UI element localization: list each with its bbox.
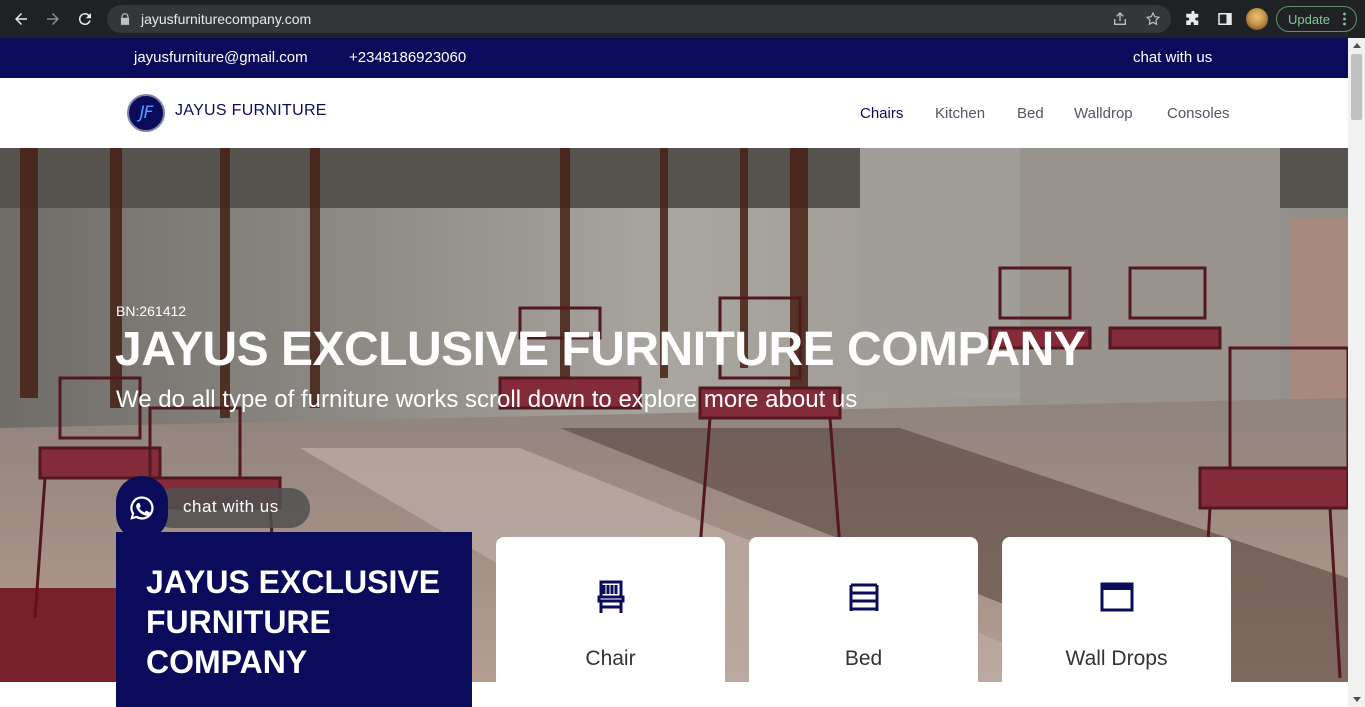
arrow-right-icon [47,13,59,25]
address-bar[interactable]: jayusfurniturecompany.com [107,5,1171,33]
contact-topbar: jayusfurniture@gmail.com +2348186923060 … [0,38,1348,78]
side-panel-icon[interactable] [1216,10,1234,28]
scrollbar-thumb[interactable] [1351,54,1362,120]
page-viewport: jayusfurniture@gmail.com +2348186923060 … [0,38,1348,707]
email-link[interactable]: jayusfurniture@gmail.com [134,49,308,66]
back-button[interactable] [10,8,32,30]
share-icon[interactable] [1112,11,1128,27]
reload-button[interactable] [74,8,96,30]
update-label: Update [1288,11,1330,27]
card-label-wall-drops: Wall Drops [1065,647,1168,670]
category-card-wall-drops[interactable]: Wall Drops [1002,537,1231,707]
hero-title: JAYUS EXCLUSIVE FURNITURE COMPANY [115,323,1086,376]
profile-avatar[interactable] [1246,8,1268,30]
chat-with-us-link[interactable]: chat with us [1133,49,1212,66]
bed-icon [849,583,878,611]
forward-button[interactable] [42,8,64,30]
phone-link[interactable]: +2348186923060 [349,49,466,66]
brand-name[interactable]: JAYUS FURNITURE [175,102,327,120]
nav-item-consoles[interactable]: Consoles [1167,105,1230,122]
whatsapp-chat-button[interactable]: chat with us [116,476,310,540]
nav-item-bed[interactable]: Bed [1017,105,1044,122]
scroll-down-arrow-icon[interactable] [1353,697,1361,702]
logo-text: JF [139,103,154,123]
card-label-chair: Chair [585,647,636,670]
nav-item-walldrop[interactable]: Walldrop [1074,105,1133,122]
promo-title: JAYUS EXCLUSIVE FURNITURE COMPANY [146,564,441,680]
scroll-up-arrow-icon[interactable] [1353,43,1361,48]
url-text: jayusfurniturecompany.com [141,11,312,27]
category-card-chair[interactable]: Chair [496,537,725,707]
card-label-bed: Bed [844,647,883,670]
extensions-puzzle-icon[interactable] [1184,10,1202,28]
reload-icon [78,13,91,26]
page-scrollbar[interactable] [1348,38,1365,707]
chair-icon [597,580,624,613]
brand-logo[interactable]: JF [127,94,165,132]
chat-pill-label: chat with us [183,497,279,516]
lock-icon [120,13,130,25]
update-button[interactable]: Update [1276,6,1357,32]
nav-item-chairs[interactable]: Chairs [860,105,903,122]
whatsapp-icon [116,476,168,540]
window-icon [1100,582,1133,612]
arrow-left-icon [15,13,27,25]
browser-toolbar: jayusfurniturecompany.com Update [0,0,1365,38]
bookmark-star-icon[interactable] [1145,11,1161,27]
business-number: BN:261412 [116,303,187,319]
hero-subtitle: We do all type of furniture works scroll… [116,386,858,413]
main-navbar: JF JAYUS FURNITURE Chairs Kitchen Bed Wa… [0,78,1348,148]
more-vertical-icon [1343,12,1346,26]
category-card-bed[interactable]: Bed [749,537,978,707]
nav-item-kitchen[interactable]: Kitchen [935,105,985,122]
promo-box: JAYUS EXCLUSIVE FURNITURE COMPANY [116,532,472,707]
